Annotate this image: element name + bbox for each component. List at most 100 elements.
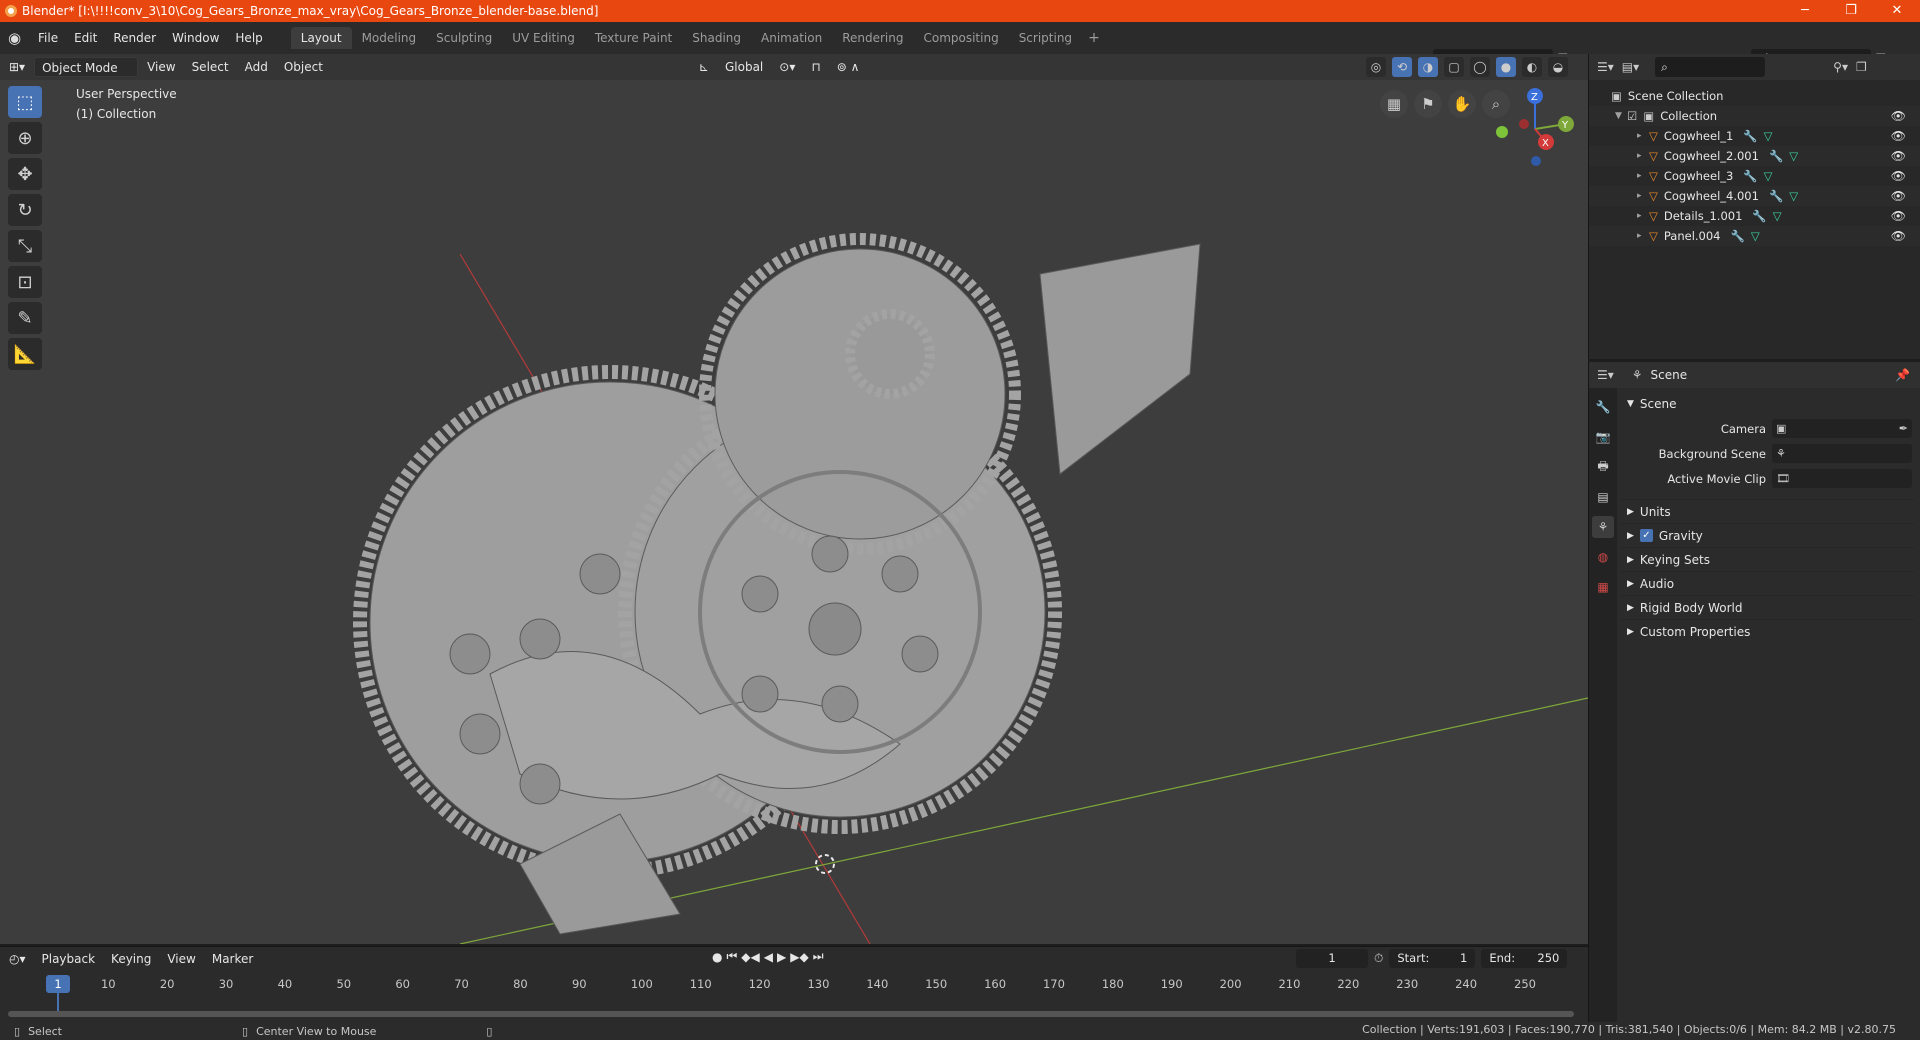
timeline-ruler[interactable]: 10 20 30 40 50 60 70 80 90 100 110 120 130 140 150 160 1… bbox=[0, 977, 1588, 993]
grid-toggle-icon[interactable]: ▦ bbox=[1380, 90, 1408, 118]
expand-icon[interactable]: ▸ bbox=[1637, 231, 1649, 241]
pivot-icon[interactable]: ⊙▾ bbox=[772, 57, 802, 77]
visibility-eye-icon[interactable]: 👁 bbox=[1891, 169, 1906, 183]
modifier-wrench-icon[interactable]: 🔧 bbox=[1769, 149, 1783, 163]
eyedropper-icon[interactable]: ✒ bbox=[1899, 422, 1908, 435]
viewport-scene[interactable] bbox=[0, 54, 1588, 944]
xray-icon[interactable]: ▢ bbox=[1444, 57, 1464, 77]
rendered-shading-icon[interactable]: ◒ bbox=[1548, 57, 1568, 77]
snap-icon[interactable]: ⊓ bbox=[804, 57, 827, 77]
output-tab-icon[interactable]: 🖶 bbox=[1592, 456, 1614, 478]
modifier-wrench-icon[interactable]: 🔧 bbox=[1752, 209, 1766, 223]
visibility-eye-icon[interactable]: 👁 bbox=[1891, 189, 1906, 203]
mesh-data-icon[interactable]: ▽ bbox=[1751, 229, 1760, 243]
viewport-menu-add[interactable]: Add bbox=[238, 57, 275, 77]
orientation-icon[interactable]: ⊾ bbox=[692, 57, 716, 77]
transform-tool-icon[interactable]: ⊡ bbox=[8, 266, 42, 298]
tool-tab-icon[interactable]: 🔧 bbox=[1592, 396, 1614, 418]
visibility-eye-icon[interactable]: 👁 bbox=[1891, 209, 1906, 223]
solid-shading-icon[interactable]: ● bbox=[1496, 57, 1516, 77]
scene-panel-header[interactable]: ▼ Scene bbox=[1621, 392, 1914, 416]
modifier-wrench-icon[interactable]: 🔧 bbox=[1769, 189, 1783, 203]
outliner-row-object[interactable]: ▸ ▽ Cogwheel_1 🔧 ▽ 👁 bbox=[1589, 126, 1920, 146]
outliner-row-object[interactable]: ▸ ▽ Cogwheel_4.001 🔧 ▽ 👁 bbox=[1589, 186, 1920, 206]
scene-tab-icon[interactable]: ⚘ bbox=[1592, 516, 1614, 538]
axis-gizmo[interactable]: Z Y X bbox=[1490, 84, 1580, 174]
expand-icon[interactable]: ▸ bbox=[1637, 131, 1649, 141]
view-layer-tab-icon[interactable]: ▤ bbox=[1592, 486, 1614, 508]
viewport-menu-select[interactable]: Select bbox=[185, 57, 236, 77]
menu-help[interactable]: Help bbox=[227, 22, 270, 54]
timeline-menu-keying[interactable]: Keying bbox=[104, 949, 158, 969]
properties-editor-icon[interactable]: ☰▾ bbox=[1597, 368, 1614, 382]
mesh-data-icon[interactable]: ▽ bbox=[1773, 209, 1782, 223]
timeline-menu-view[interactable]: View bbox=[160, 949, 202, 969]
audio-panel[interactable]: ▶ Audio bbox=[1621, 571, 1914, 595]
minimize-button[interactable]: ─ bbox=[1782, 0, 1828, 22]
viewport-menu-view[interactable]: View bbox=[140, 57, 182, 77]
material-shading-icon[interactable]: ◐ bbox=[1522, 57, 1542, 77]
outliner-row-object[interactable]: ▸ ▽ Cogwheel_2.001 🔧 ▽ 👁 bbox=[1589, 146, 1920, 166]
collection-checkbox[interactable]: ☑ bbox=[1627, 109, 1637, 123]
viewport-menu-object[interactable]: Object bbox=[277, 57, 330, 77]
expand-icon[interactable]: ▸ bbox=[1637, 171, 1649, 181]
current-frame-field[interactable]: 1 bbox=[1296, 949, 1368, 968]
pin-icon[interactable]: 📌 bbox=[1895, 368, 1910, 382]
mesh-data-icon[interactable]: ▽ bbox=[1789, 189, 1798, 203]
orientation-selector[interactable]: Global bbox=[718, 57, 770, 77]
mesh-data-icon[interactable]: ▽ bbox=[1789, 149, 1798, 163]
mesh-data-icon[interactable]: ▽ bbox=[1764, 129, 1773, 143]
mode-selector[interactable]: Object Mode bbox=[34, 57, 139, 77]
move-tool-icon[interactable]: ✥ bbox=[8, 158, 42, 190]
world-tab-icon[interactable]: ◍ bbox=[1592, 546, 1614, 568]
active-movie-clip-field[interactable]: 🎞 bbox=[1772, 469, 1912, 488]
visibility-icon[interactable]: ◎ bbox=[1366, 57, 1386, 77]
camera-view-icon[interactable]: ⚑ bbox=[1414, 90, 1442, 118]
menu-file[interactable]: File bbox=[30, 22, 66, 54]
tab-animation[interactable]: Animation bbox=[751, 27, 832, 49]
playhead-frame-label[interactable]: 1 bbox=[46, 975, 70, 993]
display-mode-icon[interactable]: ▤▾ bbox=[1622, 60, 1639, 74]
menu-render[interactable]: Render bbox=[105, 22, 164, 54]
jump-start-icon[interactable]: ⏮ bbox=[726, 949, 737, 964]
outliner-row-scene-collection[interactable]: ▣ Scene Collection bbox=[1589, 86, 1920, 106]
modifier-wrench-icon[interactable]: 🔧 bbox=[1731, 229, 1745, 243]
gravity-panel[interactable]: ▶ ✓ Gravity bbox=[1621, 523, 1914, 547]
expand-collapse-icon[interactable]: ▼ bbox=[1615, 111, 1627, 121]
visibility-eye-icon[interactable]: 👁 bbox=[1891, 109, 1906, 123]
proportional-edit-icon[interactable]: ⊚ ∧ bbox=[830, 57, 867, 77]
play-reverse-icon[interactable]: ◀ bbox=[764, 950, 773, 964]
editor-type-icon[interactable]: ⊞▾ bbox=[2, 57, 32, 77]
camera-field[interactable]: ▣ ✒ bbox=[1772, 419, 1912, 438]
tab-modeling[interactable]: Modeling bbox=[352, 27, 427, 49]
start-frame-field[interactable]: Start: 1 bbox=[1389, 949, 1476, 968]
select-box-icon[interactable]: ⬚ bbox=[8, 86, 42, 118]
record-icon[interactable]: ● bbox=[712, 950, 722, 964]
expand-icon[interactable]: ▸ bbox=[1637, 191, 1649, 201]
keying-sets-panel[interactable]: ▶ Keying Sets bbox=[1621, 547, 1914, 571]
menu-window[interactable]: Window bbox=[164, 22, 227, 54]
pan-hand-icon[interactable]: ✋ bbox=[1448, 90, 1476, 118]
gear-model[interactable] bbox=[353, 233, 1201, 935]
filter-icon[interactable]: ⚲▾ bbox=[1833, 60, 1848, 74]
tab-uv-editing[interactable]: UV Editing bbox=[502, 27, 585, 49]
measure-tool-icon[interactable]: 📐 bbox=[8, 338, 42, 370]
annotate-tool-icon[interactable]: ✎ bbox=[8, 302, 42, 334]
outliner-search-input[interactable]: ⌕ bbox=[1655, 57, 1766, 77]
outliner-row-object[interactable]: ▸ ▽ Panel.004 🔧 ▽ 👁 bbox=[1589, 226, 1920, 246]
outliner-row-collection[interactable]: ▼ ☑ ▣ Collection 👁 bbox=[1589, 106, 1920, 126]
new-collection-icon[interactable]: ❐ bbox=[1856, 60, 1867, 74]
overlay-icon[interactable]: ◑ bbox=[1418, 57, 1438, 77]
texture-tab-icon[interactable]: ▦ bbox=[1592, 576, 1614, 598]
3d-viewport[interactable]: ⊞▾ Object Mode View Select Add Object ⊾ … bbox=[0, 54, 1588, 944]
visibility-eye-icon[interactable]: 👁 bbox=[1891, 129, 1906, 143]
outliner-editor-icon[interactable]: ☰▾ bbox=[1597, 60, 1614, 74]
tab-layout[interactable]: Layout bbox=[290, 27, 352, 49]
gizmo-icon[interactable]: ⟲ bbox=[1392, 57, 1412, 77]
custom-properties-panel[interactable]: ▶ Custom Properties bbox=[1621, 619, 1914, 643]
gravity-checkbox[interactable]: ✓ bbox=[1639, 529, 1653, 542]
maximize-button[interactable]: ❐ bbox=[1828, 0, 1874, 22]
play-icon[interactable]: ▶ bbox=[777, 950, 786, 964]
prev-keyframe-icon[interactable]: ◆◀ bbox=[741, 950, 759, 964]
wireframe-shading-icon[interactable]: ◯ bbox=[1470, 57, 1490, 77]
